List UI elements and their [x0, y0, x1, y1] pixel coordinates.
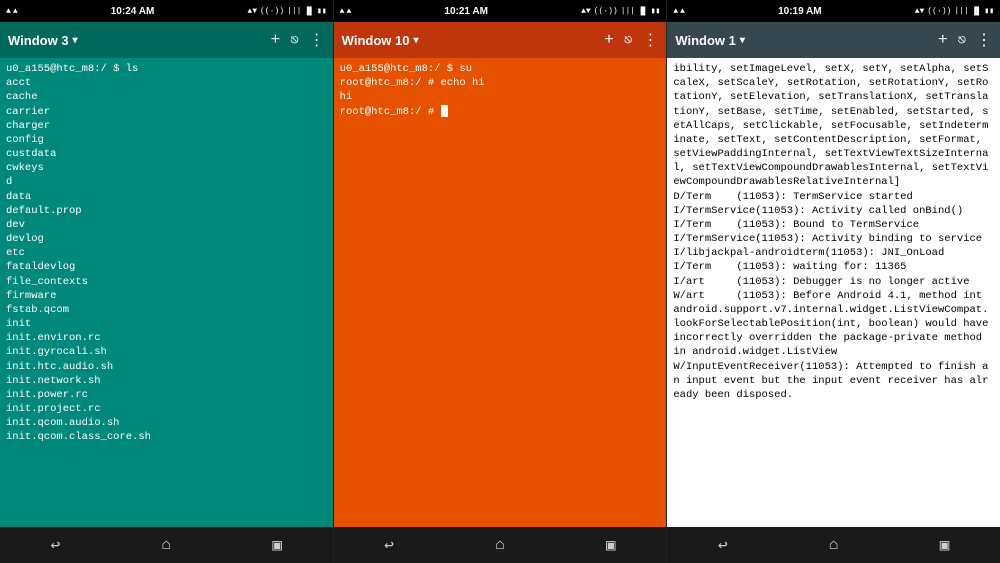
nav-bar: ↩ ⌂ ▣ [0, 527, 333, 563]
more-options-button[interactable]: ⋮ [309, 30, 325, 50]
status-left-icons: ▲▲ [340, 7, 352, 16]
home-button[interactable]: ⌂ [817, 532, 851, 558]
recents-button[interactable]: ▣ [260, 531, 294, 559]
home-button[interactable]: ⌂ [483, 532, 517, 558]
back-button[interactable]: ↩ [39, 531, 73, 559]
window-label: Window 3 [8, 33, 69, 48]
share-button[interactable]: ⎋ [290, 32, 298, 49]
status-time: 10:21 AM [444, 6, 488, 17]
window-title: Window 1 ▾ [675, 33, 932, 48]
back-button[interactable]: ↩ [372, 531, 406, 559]
new-window-button[interactable]: + [938, 31, 948, 49]
phone-panel-0: ▲▲ 10:24 AM ▲▼((·))|||▐▌▮▮ Window 3 ▾ + ⎋ ⋮ u0_a… [0, 0, 334, 563]
terminal-output[interactable]: u0_a155@htc_m8:/ $ ls acct cache carrier… [0, 58, 333, 527]
chevron-down-icon[interactable]: ▾ [740, 35, 745, 46]
status-time: 10:24 AM [111, 6, 155, 17]
terminal-cursor [441, 105, 448, 117]
window-title: Window 3 ▾ [8, 33, 265, 48]
share-button[interactable]: ⎋ [958, 32, 966, 49]
recents-button[interactable]: ▣ [928, 531, 962, 559]
chevron-down-icon[interactable]: ▾ [73, 35, 78, 46]
share-button[interactable]: ⎋ [624, 32, 632, 49]
new-window-button[interactable]: + [271, 31, 281, 49]
recents-button[interactable]: ▣ [594, 531, 628, 559]
more-options-button[interactable]: ⋮ [976, 30, 992, 50]
window-title: Window 10▾ [342, 33, 599, 48]
titlebar-icons: + ⎋ ⋮ [604, 30, 658, 50]
terminal-output[interactable]: u0_a155@htc_m8:/ $ su root@htc_m8:/ # ec… [334, 58, 667, 527]
back-button[interactable]: ↩ [706, 531, 740, 559]
title-bar: Window 1 ▾ + ⎋ ⋮ [667, 22, 1000, 58]
title-bar: Window 10▾ + ⎋ ⋮ [334, 22, 667, 58]
phone-panel-2: ▲▲ 10:19 AM ▲▼((·))|||▐▌▮▮ Window 1 ▾ + ⎋ ⋮ ibil… [667, 0, 1000, 563]
status-left-icons: ▲▲ [673, 7, 685, 16]
terminal-output[interactable]: ibility, setImageLevel, setX, setY, setA… [667, 58, 1000, 527]
chevron-down-icon[interactable]: ▾ [413, 35, 418, 46]
status-right-icons: ▲▼((·))|||▐▌▮▮ [247, 6, 326, 16]
window-label: Window 1 [675, 33, 736, 48]
nav-bar: ↩ ⌂ ▣ [334, 527, 667, 563]
titlebar-icons: + ⎋ ⋮ [271, 30, 325, 50]
title-bar: Window 3 ▾ + ⎋ ⋮ [0, 22, 333, 58]
new-window-button[interactable]: + [604, 31, 614, 49]
status-right-icons: ▲▼((·))|||▐▌▮▮ [915, 6, 994, 16]
more-options-button[interactable]: ⋮ [642, 30, 658, 50]
home-button[interactable]: ⌂ [150, 532, 184, 558]
status-bar: ▲▲ 10:24 AM ▲▼((·))|||▐▌▮▮ [0, 0, 333, 22]
status-right-icons: ▲▼((·))|||▐▌▮▮ [581, 6, 660, 16]
window-label: Window 10 [342, 33, 410, 48]
status-left-icons: ▲▲ [6, 7, 18, 16]
phone-panel-1: ▲▲ 10:21 AM ▲▼((·))|||▐▌▮▮ Window 10▾ + ⎋ ⋮ u0_… [334, 0, 668, 563]
titlebar-icons: + ⎋ ⋮ [938, 30, 992, 50]
status-bar: ▲▲ 10:19 AM ▲▼((·))|||▐▌▮▮ [667, 0, 1000, 22]
status-bar: ▲▲ 10:21 AM ▲▼((·))|||▐▌▮▮ [334, 0, 667, 22]
status-time: 10:19 AM [778, 6, 822, 17]
nav-bar: ↩ ⌂ ▣ [667, 527, 1000, 563]
